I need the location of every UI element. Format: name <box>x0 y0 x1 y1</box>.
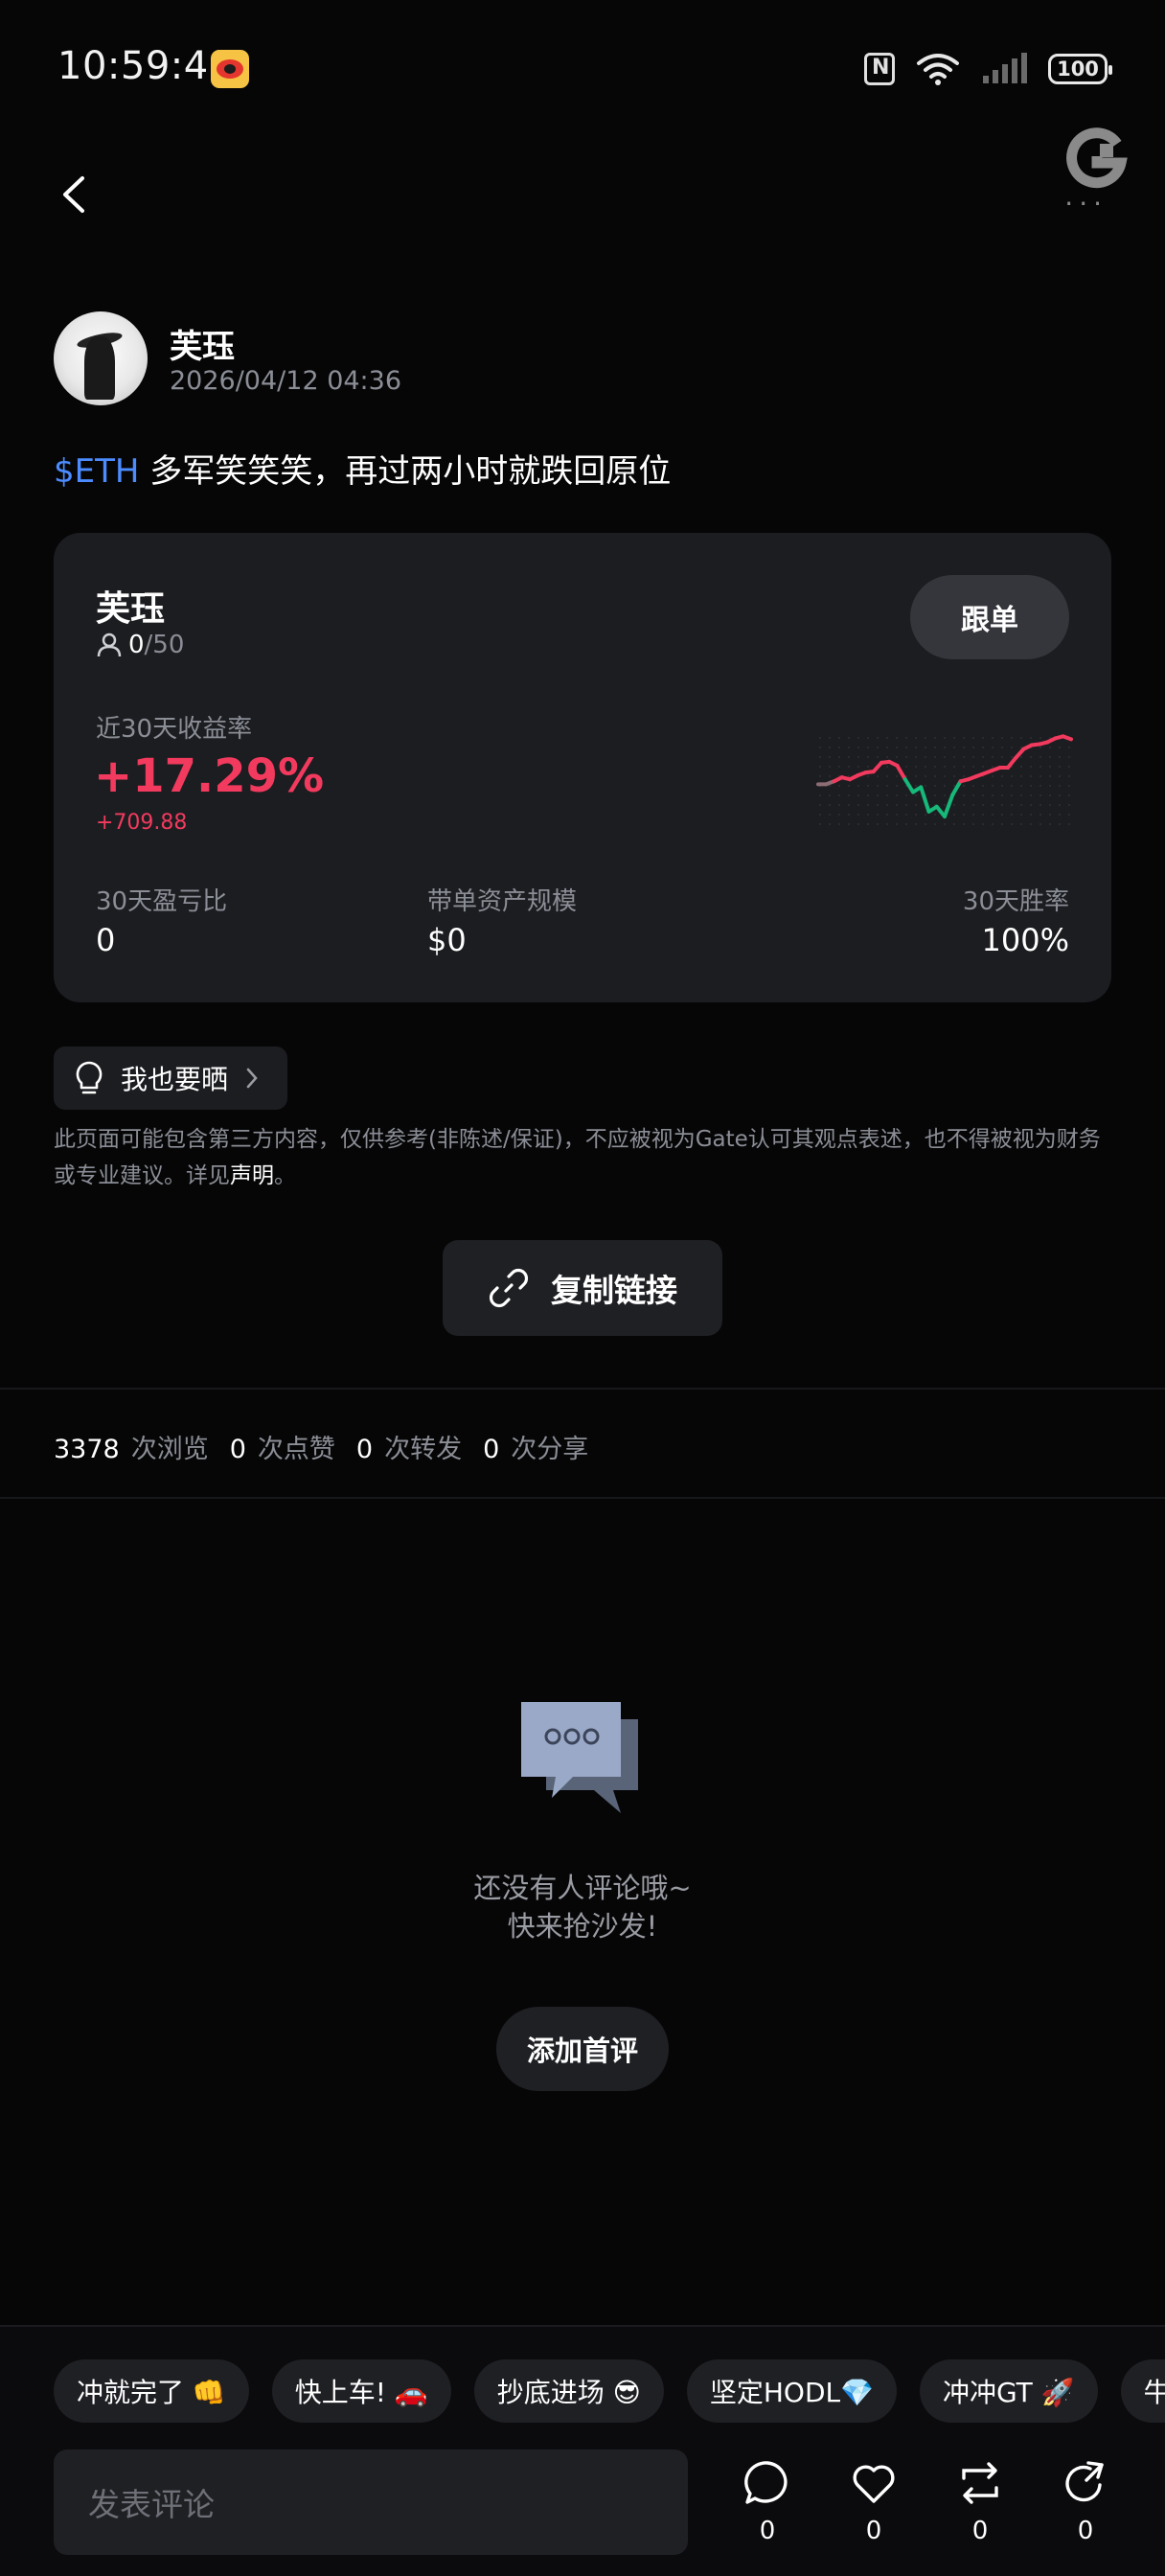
disclaimer-end: 。 <box>274 1163 296 1188</box>
gate-logo-icon <box>1066 127 1128 189</box>
post-body: 多军笑笑笑，再过两小时就跌回原位 <box>139 452 672 491</box>
sparkline-segment <box>950 779 963 797</box>
status-time: 10:59:49 <box>57 44 234 88</box>
empty-line-2: 快来抢沙发! <box>507 1910 658 1943</box>
stat-value-aum: $0 <box>427 922 467 958</box>
trader-name: 芙珏 <box>96 589 166 629</box>
share-count: 0 <box>1077 2517 1094 2545</box>
avatar[interactable] <box>54 311 148 405</box>
hashtag-link[interactable]: $ETH <box>54 452 139 491</box>
link-icon <box>489 1268 529 1308</box>
copy-link-button[interactable]: 复制链接 <box>443 1240 722 1336</box>
likes-stat: 0 次点赞 <box>229 1435 335 1464</box>
share-icon <box>1065 2461 1104 2502</box>
post-content: $ETH 多军笑笑笑，再过两小时就跌回原位 <box>54 445 671 492</box>
share-too-button[interactable]: 我也要晒 <box>54 1046 287 1110</box>
sparkline-segment <box>943 793 955 818</box>
heart-icon <box>853 2465 895 2503</box>
empty-line-1: 还没有人评论哦~ <box>473 1872 692 1904</box>
divider <box>0 1388 1165 1390</box>
quick-reply-chip[interactable]: 快上车! 🚗 <box>271 2359 451 2423</box>
roi-value: +17.29% <box>94 749 325 803</box>
sparkline-segment <box>919 785 931 814</box>
status-icons: 100 <box>864 52 1112 86</box>
share-action[interactable]: 0 <box>1055 2459 1116 2545</box>
author-name[interactable]: 芙珏 <box>170 320 235 367</box>
battery-indicator: 100 <box>1048 54 1112 84</box>
wifi-icon <box>917 54 959 85</box>
back-arrow-icon[interactable] <box>52 171 100 218</box>
quick-reply-chip[interactable]: 坚定HODL💎 <box>686 2359 897 2423</box>
like-count: 0 <box>865 2517 882 2545</box>
like-action[interactable]: 0 <box>843 2459 904 2545</box>
lightbulb-icon <box>76 1061 103 1094</box>
quick-reply-chip[interactable]: 牛回 <box>1120 2359 1165 2423</box>
repost-icon <box>962 2462 998 2504</box>
stat-label-win-rate: 30天胜率 <box>962 887 1069 916</box>
post-timestamp: 2026/04/12 04:36 <box>170 366 402 396</box>
pnl-sparkline <box>816 734 1073 826</box>
empty-comments-icon <box>521 1702 638 1813</box>
follower-current: 0 <box>128 631 145 659</box>
empty-comments-text: 还没有人评论哦~ 快来抢沙发! <box>391 1869 774 1945</box>
chevron-right-icon <box>246 1068 258 1089</box>
engagement-stats: 3378 次浏览 0 次点赞 0 次转发 0 次分享 <box>54 1428 609 1465</box>
signal-icon <box>983 53 1027 83</box>
stat-value-pl-ratio: 0 <box>96 922 116 958</box>
add-first-comment-button[interactable]: 添加首评 <box>496 2007 669 2091</box>
person-icon <box>97 632 122 657</box>
stat-label-aum: 带单资产规模 <box>427 887 578 916</box>
quick-reply-chip[interactable]: 冲冲GT 🚀 <box>919 2359 1098 2423</box>
quick-reply-chip[interactable]: 抄底进场 😎 <box>473 2359 664 2423</box>
follower-count: 0/50 <box>96 631 184 659</box>
nfc-icon <box>864 53 895 85</box>
copy-link-label: 复制链接 <box>551 1272 677 1309</box>
weibo-notification-icon <box>211 50 249 88</box>
comment-action[interactable]: 0 <box>737 2459 798 2545</box>
reposts-stat: 0 次转发 <box>355 1435 463 1464</box>
comment-input[interactable]: 发表评论 <box>54 2450 688 2555</box>
comment-icon <box>744 2461 788 2504</box>
share-too-label: 我也要晒 <box>121 1064 229 1095</box>
quick-reply-chips: 冲就完了 👊 快上车! 🚗 抄底进场 😎 坚定HODL💎 冲冲GT 🚀 牛回 <box>54 2359 1165 2423</box>
pnl-value: +709.88 <box>96 811 188 835</box>
sparkline-segment <box>895 763 907 782</box>
repost-count: 0 <box>971 2517 989 2545</box>
shares-stat: 0 次分享 <box>483 1435 589 1464</box>
disclaimer-link[interactable]: 声明 <box>230 1163 274 1188</box>
sparkline-segment <box>1061 734 1073 742</box>
stat-label-pl-ratio: 30天盈亏比 <box>96 887 228 916</box>
views-stat: 3378 次浏览 <box>54 1435 209 1464</box>
more-options-icon[interactable]: ··· <box>1064 188 1108 219</box>
repost-action[interactable]: 0 <box>949 2459 1011 2545</box>
divider <box>0 1497 1165 1499</box>
disclaimer-text: 此页面可能包含第三方内容，仅供参考(非陈述/保证)，不应被视为Gate认可其观点… <box>54 1121 1111 1194</box>
quick-reply-chip[interactable]: 冲就完了 👊 <box>54 2359 249 2423</box>
stat-value-win-rate: 100% <box>981 922 1069 958</box>
disclaimer-body: 此页面可能包含第三方内容，仅供参考(非陈述/保证)，不应被视为Gate认可其观点… <box>54 1127 1101 1188</box>
comment-count: 0 <box>759 2517 776 2545</box>
roi-label: 近30天收益率 <box>96 715 253 744</box>
copy-trade-button[interactable]: 跟单 <box>910 575 1069 659</box>
follower-max: /50 <box>144 631 185 659</box>
